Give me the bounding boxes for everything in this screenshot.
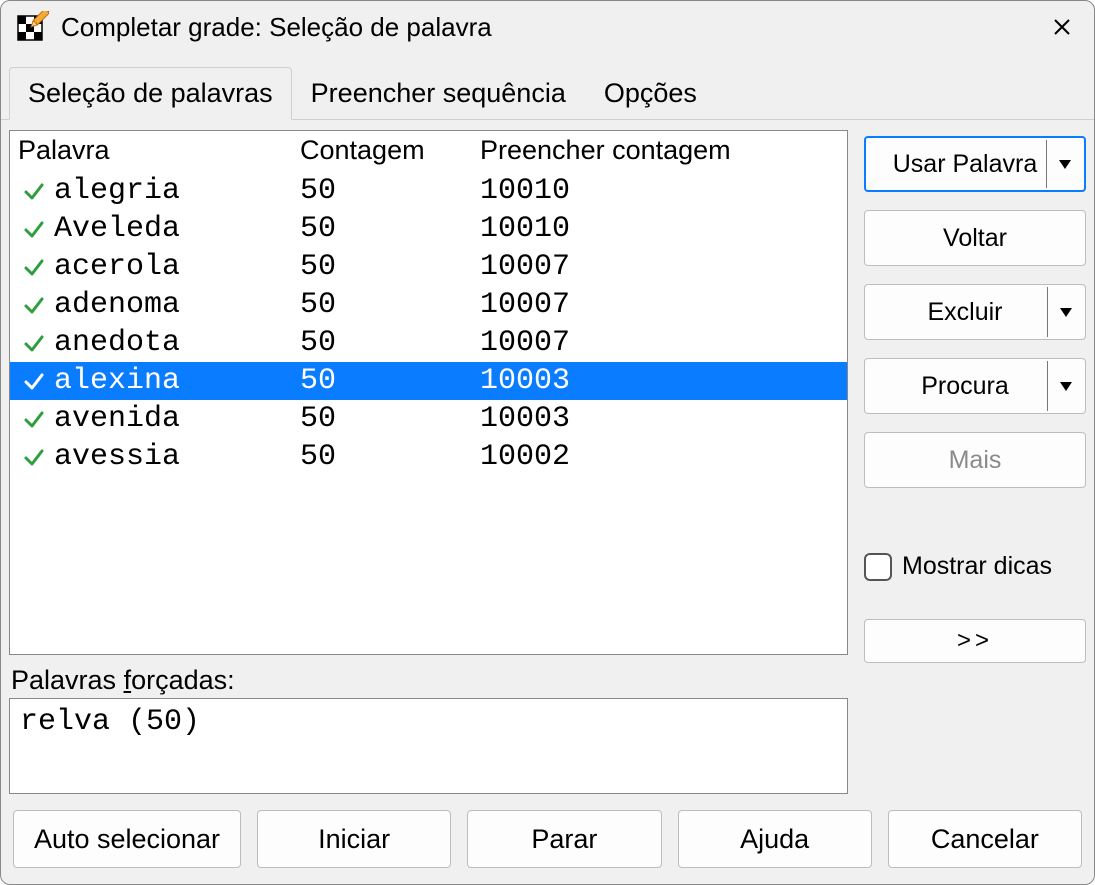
word-cell: acerola <box>54 252 180 282</box>
close-button[interactable] <box>1046 11 1078 43</box>
count-cell: 50 <box>300 366 480 396</box>
dialog-window: Completar grade: Seleção de palavra Sele… <box>0 0 1095 885</box>
expand-button[interactable]: >> <box>864 619 1086 663</box>
count-cell: 50 <box>300 404 480 434</box>
main-area: Palavra Contagem Preencher contagem aleg… <box>1 120 1094 794</box>
exclude-button[interactable]: Excluir <box>864 284 1086 340</box>
word-cell: Aveleda <box>54 214 180 244</box>
word-cell: alegria <box>54 176 180 206</box>
forced-word-entry: relva (50) <box>20 705 200 739</box>
window-title: Completar grade: Seleção de palavra <box>61 12 492 43</box>
fill-count-cell: 10010 <box>480 214 847 244</box>
auto-select-button[interactable]: Auto selecionar <box>13 810 241 868</box>
word-list-row[interactable]: alegria 5010010 <box>10 172 847 210</box>
word-list-row[interactable]: anedota 5010007 <box>10 324 847 362</box>
col-header-count[interactable]: Contagem <box>300 137 480 164</box>
count-cell: 50 <box>300 290 480 320</box>
app-icon <box>17 11 49 43</box>
stop-button[interactable]: Parar <box>467 810 661 868</box>
fill-count-cell: 10010 <box>480 176 847 206</box>
word-list-row[interactable]: adenoma 5010007 <box>10 286 847 324</box>
word-cell: anedota <box>54 328 180 358</box>
check-icon <box>20 443 48 471</box>
word-list-row[interactable]: Aveleda 5010010 <box>10 210 847 248</box>
cancel-button[interactable]: Cancelar <box>888 810 1082 868</box>
tab-fill-sequence[interactable]: Preencher sequência <box>292 67 585 119</box>
fill-count-cell: 10007 <box>480 328 847 358</box>
count-cell: 50 <box>300 214 480 244</box>
check-icon <box>20 253 48 281</box>
count-cell: 50 <box>300 176 480 206</box>
count-cell: 50 <box>300 252 480 282</box>
use-word-button[interactable]: Usar Palavra <box>864 136 1086 192</box>
tab-options[interactable]: Opções <box>585 67 716 119</box>
check-icon <box>20 367 48 395</box>
forced-words-label: Palavras forçadas: <box>11 665 848 696</box>
dropdown-arrow-icon[interactable] <box>1047 287 1083 337</box>
checkbox-icon <box>864 553 892 581</box>
tab-word-selection[interactable]: Seleção de palavras <box>9 67 292 120</box>
word-list-row[interactable]: avenida 5010003 <box>10 400 847 438</box>
show-hints-checkbox[interactable]: Mostrar dicas <box>864 552 1086 581</box>
search-button[interactable]: Procura <box>864 358 1086 414</box>
titlebar: Completar grade: Seleção de palavra <box>1 1 1094 53</box>
help-button[interactable]: Ajuda <box>678 810 872 868</box>
right-column: Usar Palavra Voltar Excluir Procura <box>864 130 1086 794</box>
fill-count-cell: 10007 <box>480 252 847 282</box>
back-button[interactable]: Voltar <box>864 210 1086 266</box>
count-cell: 50 <box>300 328 480 358</box>
word-cell: adenoma <box>54 290 180 320</box>
bottom-button-row: Auto selecionar Iniciar Parar Ajuda Canc… <box>1 794 1094 884</box>
word-list-row[interactable]: alexina 5010003 <box>10 362 847 400</box>
word-cell: avenida <box>54 404 180 434</box>
check-icon <box>20 405 48 433</box>
dropdown-arrow-icon[interactable] <box>1047 361 1083 411</box>
more-button[interactable]: Mais <box>864 432 1086 488</box>
col-header-fill[interactable]: Preencher contagem <box>480 137 847 164</box>
word-list-row[interactable]: avessia 5010002 <box>10 438 847 476</box>
check-icon <box>20 329 48 357</box>
check-icon <box>20 215 48 243</box>
word-list-header: Palavra Contagem Preencher contagem <box>10 131 847 172</box>
left-column: Palavra Contagem Preencher contagem aleg… <box>9 130 848 794</box>
fill-count-cell: 10007 <box>480 290 847 320</box>
word-list[interactable]: Palavra Contagem Preencher contagem aleg… <box>9 130 848 655</box>
word-list-row[interactable]: acerola 5010007 <box>10 248 847 286</box>
word-cell: alexina <box>54 366 180 396</box>
tab-row: Seleção de palavras Preencher sequência … <box>1 53 1094 120</box>
dropdown-arrow-icon[interactable] <box>1046 140 1082 188</box>
fill-count-cell: 10003 <box>480 404 847 434</box>
word-cell: avessia <box>54 442 180 472</box>
col-header-word[interactable]: Palavra <box>10 137 300 164</box>
fill-count-cell: 10003 <box>480 366 847 396</box>
check-icon <box>20 291 48 319</box>
forced-words-box[interactable]: relva (50) <box>9 698 848 794</box>
count-cell: 50 <box>300 442 480 472</box>
check-icon <box>20 177 48 205</box>
fill-count-cell: 10002 <box>480 442 847 472</box>
start-button[interactable]: Iniciar <box>257 810 451 868</box>
